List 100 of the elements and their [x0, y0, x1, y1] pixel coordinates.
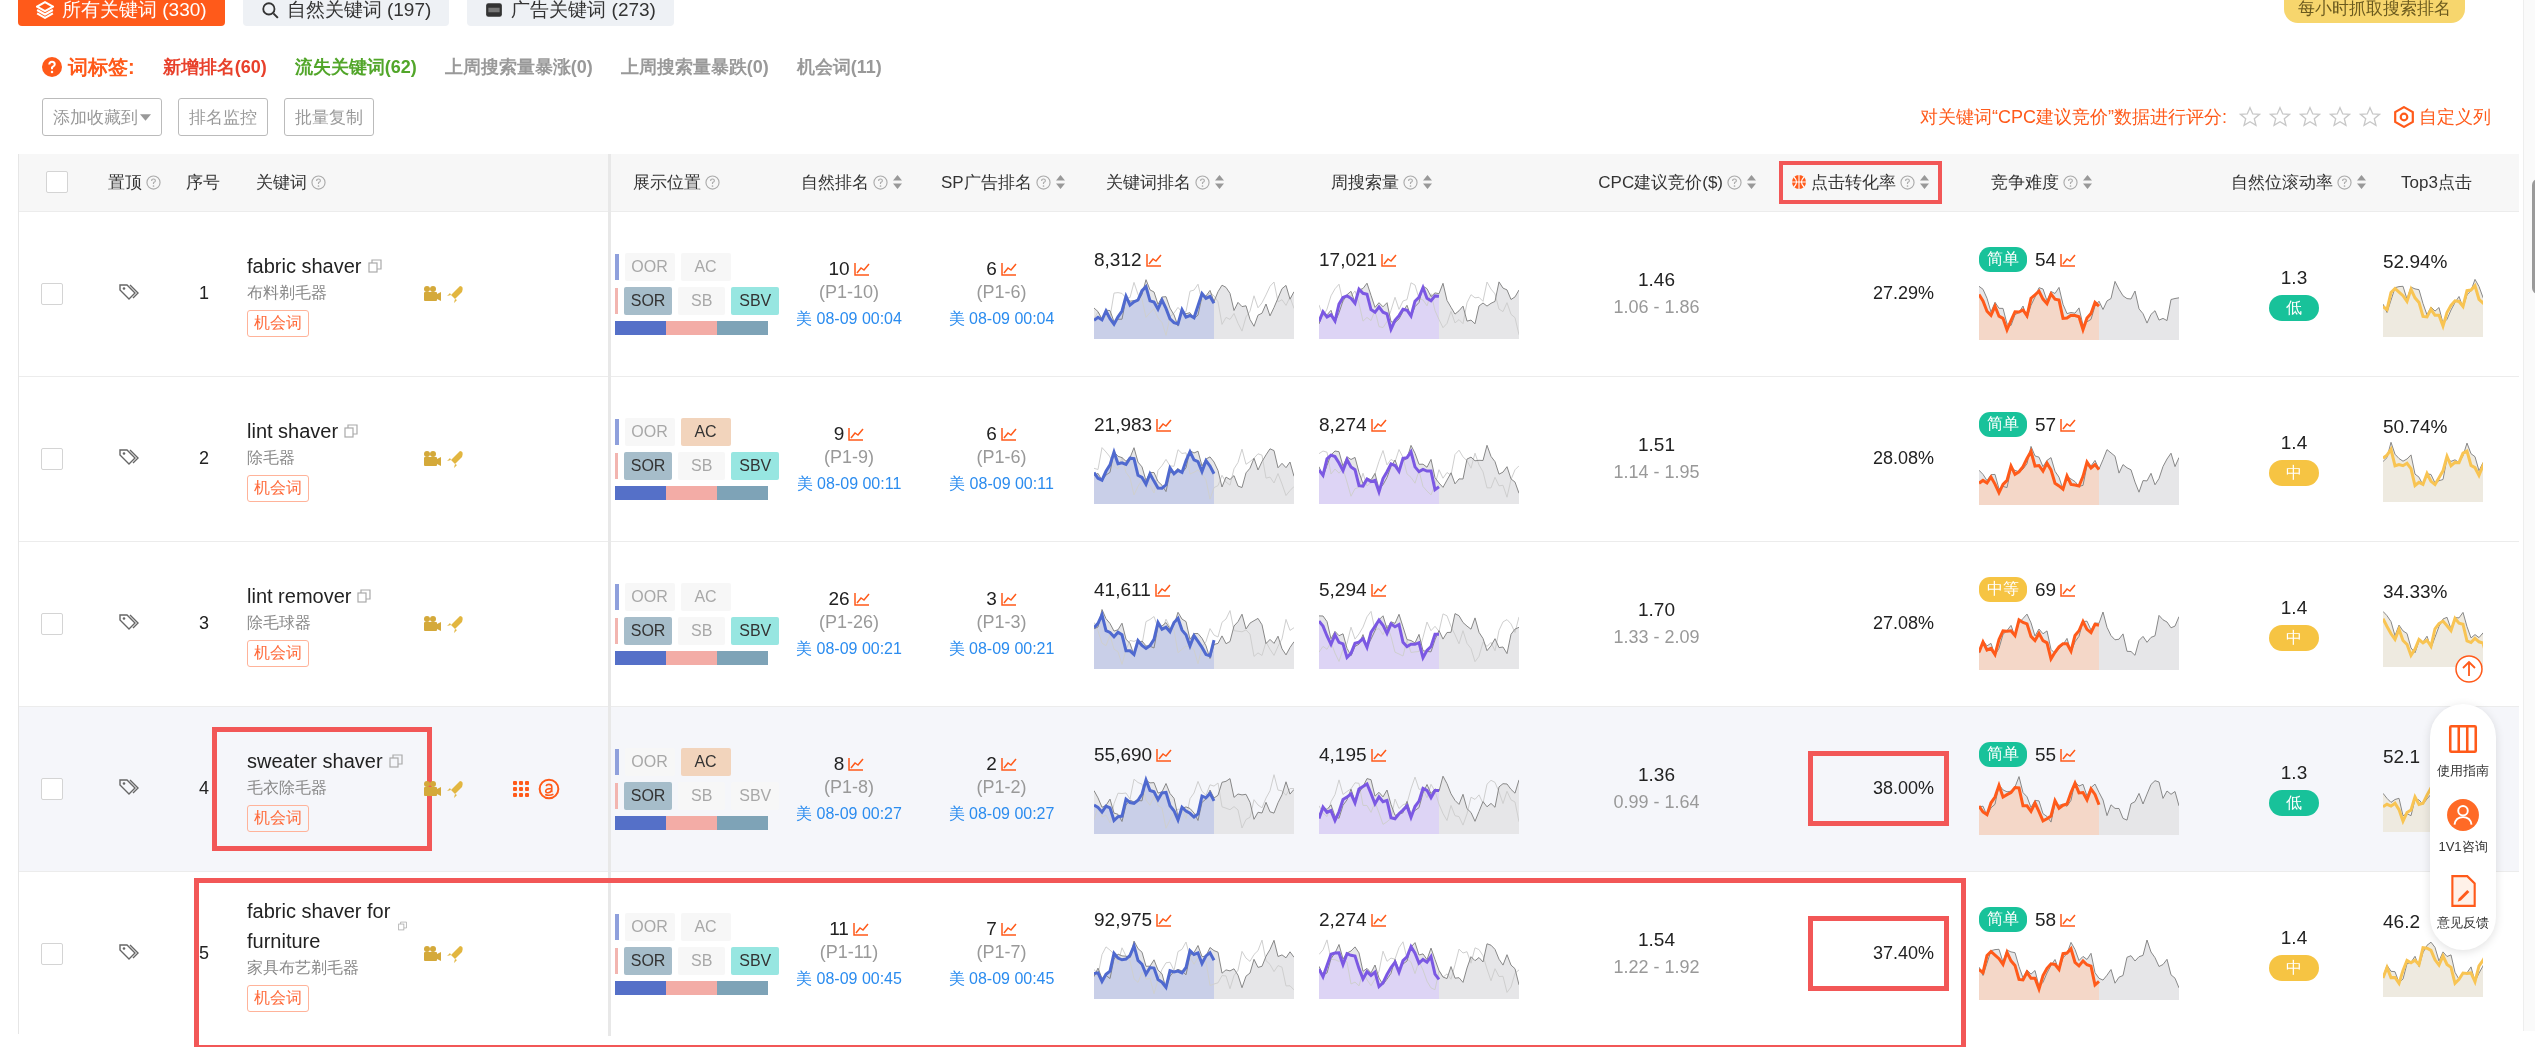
copy-icon[interactable] [357, 588, 372, 603]
row-checkbox[interactable] [40, 282, 63, 305]
conversion-rate: 38.00% [1807, 751, 1949, 826]
row-number: 2 [199, 448, 209, 468]
rank-value: 6 [986, 257, 997, 280]
custom-columns-button[interactable]: 自定义列 [2393, 105, 2491, 129]
action-button[interactable]: 添加收藏到 [42, 98, 162, 136]
trend-chart-icon[interactable] [2060, 417, 2077, 432]
rank-time[interactable]: 美 08-09 00:21 [919, 638, 1084, 660]
trend-chart-icon[interactable] [1156, 417, 1173, 432]
keyword-text[interactable]: lint shaver [247, 415, 339, 446]
row-checkbox[interactable] [40, 447, 63, 470]
tag-filter[interactable]: 新增排名(60) [162, 55, 267, 79]
copy-icon[interactable] [388, 753, 403, 768]
rank-time[interactable]: 美 08-09 00:45 [919, 968, 1084, 990]
copy-icon[interactable] [344, 423, 359, 438]
keyword-tab[interactable]: 自然关键词 (197) [242, 0, 450, 26]
sort-icon[interactable] [1422, 174, 1433, 191]
trend-chart-icon[interactable] [1370, 747, 1387, 762]
copy-icon[interactable] [367, 258, 382, 273]
trend-chart-icon[interactable] [1000, 426, 1017, 441]
rank-time[interactable]: 美 08-09 00:11 [779, 473, 919, 495]
tag-filter[interactable]: 机会词(11) [796, 55, 882, 79]
sort-icon[interactable] [1214, 174, 1225, 191]
trend-chart-icon[interactable] [848, 426, 865, 441]
trend-chart-icon[interactable] [1381, 252, 1398, 267]
top3-click-share: 52.94% [2383, 250, 2448, 273]
rank-time[interactable]: 美 08-09 00:11 [919, 473, 1084, 495]
trend-chart-icon[interactable] [1000, 756, 1017, 771]
sort-icon[interactable] [1746, 174, 1757, 191]
metric-value: 21,983 [1094, 413, 1153, 436]
tag-icon[interactable] [118, 612, 140, 631]
keyword-text[interactable]: fabric shaver [247, 250, 362, 281]
camera-rocket-icon[interactable] [422, 613, 466, 634]
keyword-tab[interactable]: 广告关键词 (273) [467, 0, 674, 26]
rank-value: 6 [986, 422, 997, 445]
rank-time[interactable]: 美 08-09 00:45 [779, 968, 919, 990]
action-button[interactable]: 排名监控 [178, 98, 268, 136]
rank-time[interactable]: 美 08-09 00:04 [919, 308, 1084, 330]
trend-chart-icon[interactable] [2060, 252, 2077, 267]
side-panel-item[interactable]: 1V1咨询 [2438, 798, 2488, 856]
trend-chart-icon[interactable] [1156, 747, 1173, 762]
trend-chart-icon[interactable] [852, 921, 869, 936]
back-to-top-icon[interactable] [2454, 654, 2484, 684]
trend-chart-icon[interactable] [1145, 252, 1162, 267]
metric-value: 2,274 [1319, 908, 1367, 931]
sort-icon[interactable] [892, 174, 903, 191]
sort-icon[interactable] [2356, 174, 2367, 191]
trend-chart-icon[interactable] [1370, 912, 1387, 927]
trend-chart-icon[interactable] [1000, 591, 1017, 606]
rank-time[interactable]: 美 08-09 00:04 [779, 308, 919, 330]
grid-icon[interactable] [512, 779, 530, 798]
tag-icon[interactable] [118, 447, 140, 466]
trend-chart-icon[interactable] [2060, 582, 2077, 597]
sort-icon[interactable] [2082, 174, 2093, 191]
camera-rocket-icon[interactable] [422, 283, 466, 304]
sort-icon[interactable] [1054, 174, 1066, 191]
side-panel-item[interactable]: 意见反馈 [2437, 874, 2489, 932]
copy-icon[interactable] [397, 918, 407, 933]
trend-chart-icon[interactable] [2060, 747, 2077, 762]
side-panel-item[interactable]: 使用指南 [2437, 722, 2489, 780]
camera-rocket-icon[interactable] [422, 943, 466, 964]
rank-time[interactable]: 美 08-09 00:27 [779, 803, 919, 825]
row-checkbox[interactable] [40, 942, 63, 965]
tag-icon[interactable] [118, 282, 140, 301]
trend-chart-icon[interactable] [2060, 912, 2077, 927]
select-all-checkbox[interactable] [45, 171, 68, 194]
rank-time[interactable]: 美 08-09 00:21 [779, 638, 919, 660]
row-checkbox[interactable] [40, 612, 63, 635]
trend-chart-icon[interactable] [1154, 582, 1171, 597]
sort-icon[interactable] [1919, 174, 1930, 191]
trend-chart-icon[interactable] [1000, 921, 1017, 936]
hourly-rank-badge[interactable]: 每小时抓取搜索排名 [2284, 0, 2465, 23]
keyword-tab[interactable]: 所有关键词 (330) [18, 0, 225, 26]
rank-time[interactable]: 美 08-09 00:27 [919, 803, 1084, 825]
action-button[interactable]: 批量复制 [284, 98, 374, 136]
amazon-icon[interactable] [538, 777, 560, 800]
placement-badge: AC [680, 582, 731, 611]
tag-filter[interactable]: 上周搜索量暴涨(0) [444, 55, 593, 79]
trend-chart-icon[interactable] [853, 591, 870, 606]
tag-icon[interactable] [118, 942, 140, 961]
trend-chart-icon[interactable] [848, 756, 865, 771]
keyword-text[interactable]: fabric shaver for furniture [247, 895, 392, 956]
keyword-text[interactable]: lint remover [247, 580, 352, 611]
row-checkbox[interactable] [40, 777, 63, 800]
book-icon [2446, 722, 2480, 756]
tag-icon[interactable] [118, 777, 140, 796]
tag-filter[interactable]: 流失关键词(62) [294, 55, 417, 79]
keyword-text[interactable]: sweater shaver [247, 745, 383, 776]
trend-chart-icon[interactable] [853, 261, 870, 276]
star-rating[interactable] [2239, 106, 2381, 128]
trend-chart-icon[interactable] [1370, 417, 1387, 432]
tag-filter[interactable]: 上周搜索量暴跌(0) [620, 55, 769, 79]
trend-chart-icon[interactable] [1000, 261, 1017, 276]
trend-chart-icon[interactable] [1156, 912, 1173, 927]
placement-badge: SB [677, 616, 726, 645]
column-header: 关键词排名 [1106, 171, 1191, 194]
camera-rocket-icon[interactable] [422, 448, 466, 469]
camera-rocket-icon[interactable] [422, 778, 466, 799]
trend-chart-icon[interactable] [1370, 582, 1387, 597]
